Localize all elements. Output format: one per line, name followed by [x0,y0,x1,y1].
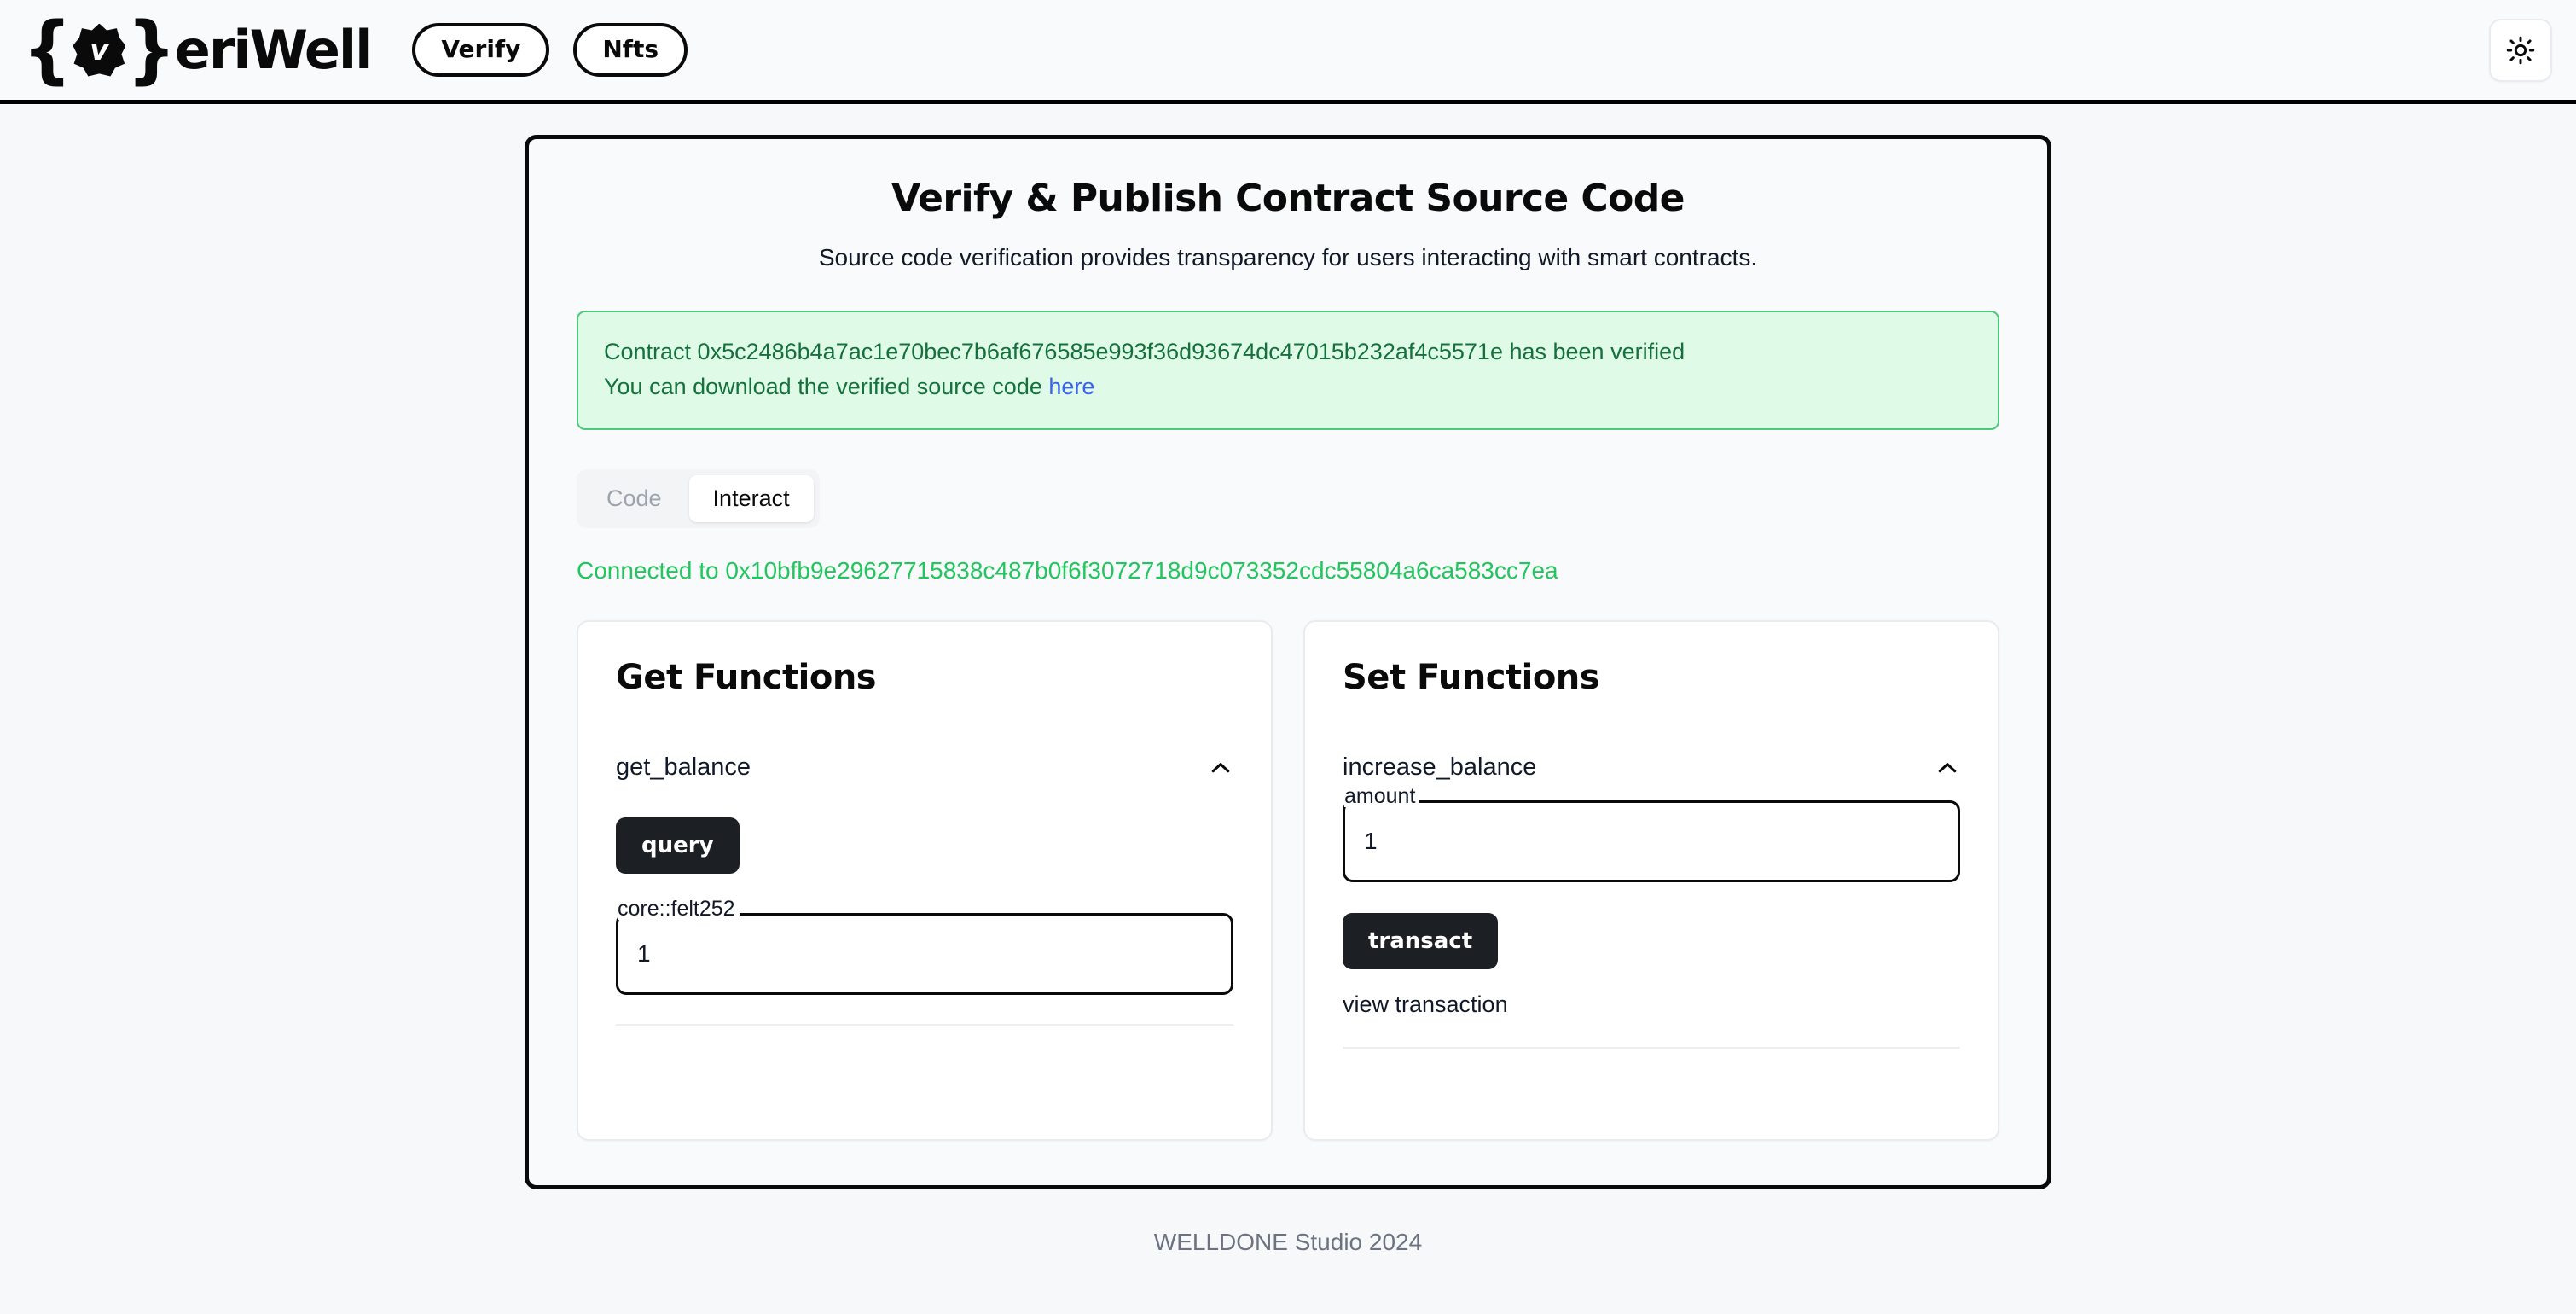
set-function-divider [1343,1047,1960,1049]
nav-nfts-button[interactable]: Nfts [573,23,688,77]
alert-line-download: You can download the verified source cod… [604,369,1972,404]
function-increase-balance-header[interactable]: increase_balance [1343,753,1960,782]
verified-contract-address: 0x5c2486b4a7ac1e70bec7b6af676585e993f36d… [697,339,1503,364]
result-type-label: core::felt252 [618,898,740,921]
page-title: Verify & Publish Contract Source Code [891,177,1685,220]
download-prefix: You can download the verified source cod… [604,374,1049,400]
function-increase-balance-name: increase_balance [1343,753,1537,782]
amount-label: amount [1344,786,1420,808]
tab-interact[interactable]: Interact [688,475,814,523]
query-button[interactable]: query [616,817,740,875]
logo-v-letter: v [90,32,109,67]
verify-panel: Verify & Publish Contract Source Code So… [525,135,2051,1190]
logo-mark: { v } [22,13,177,86]
function-get-balance-header[interactable]: get_balance [616,753,1233,782]
logo-right-brace: } [126,7,177,92]
chevron-up-icon[interactable] [1208,755,1233,781]
get-balance-result-input[interactable] [616,913,1233,996]
amount-field: amount [1343,786,1960,883]
set-functions-card: Set Functions increase_balance amount tr… [1303,620,1999,1142]
connected-status: Connected to 0x10bfb9e29627715838c487b0f… [577,557,1999,584]
alert-prefix: Contract [604,339,698,364]
nav-verify-button[interactable]: Verify [412,23,550,77]
transact-button-row: transact [1343,913,1960,970]
theme-toggle-button[interactable] [2489,18,2552,82]
main-nav: Verify Nfts [412,23,688,77]
page-footer: WELLDONE Studio 2024 [1153,1229,1423,1256]
page-subtitle: Source code verification provides transp… [818,244,1758,270]
get-function-divider [616,1024,1233,1026]
brand-logo[interactable]: { v } eriWell [22,13,374,86]
transact-button[interactable]: transact [1343,913,1499,970]
page-stage: Verify & Publish Contract Source Code So… [0,104,2576,1190]
verification-success-alert: Contract 0x5c2486b4a7ac1e70bec7b6af67658… [577,311,1999,431]
logo-star-badge-icon: v [73,23,126,77]
get-functions-card: Get Functions get_balance query core::fe… [577,620,1273,1142]
sun-icon [2506,36,2535,64]
connected-address: 0x10bfb9e29627715838c487b0f6f3072718d9c0… [725,557,1558,584]
get-functions-title: Get Functions [616,658,877,698]
logo-left-brace: { [22,7,73,92]
connected-prefix: Connected to [577,557,726,584]
view-transaction-link[interactable]: view transaction [1343,991,1960,1018]
download-source-link[interactable]: here [1048,374,1094,399]
brand-name: eriWell [174,18,374,81]
alert-suffix: has been verified [1502,339,1685,364]
set-functions-title: Set Functions [1343,658,1600,698]
tab-code[interactable]: Code [583,475,686,522]
function-get-balance-name: get_balance [616,753,751,782]
amount-input[interactable] [1343,800,1960,883]
app-header: { v } eriWell Verify Nfts [0,0,2576,104]
alert-line-contract: Contract 0x5c2486b4a7ac1e70bec7b6af67658… [604,334,1972,369]
get-balance-result-field: core::felt252 [616,898,1233,996]
view-tabs: Code Interact [577,469,820,529]
query-button-row: query [616,817,1233,875]
chevron-up-icon[interactable] [1935,755,1960,781]
function-cards: Get Functions get_balance query core::fe… [577,620,1999,1142]
